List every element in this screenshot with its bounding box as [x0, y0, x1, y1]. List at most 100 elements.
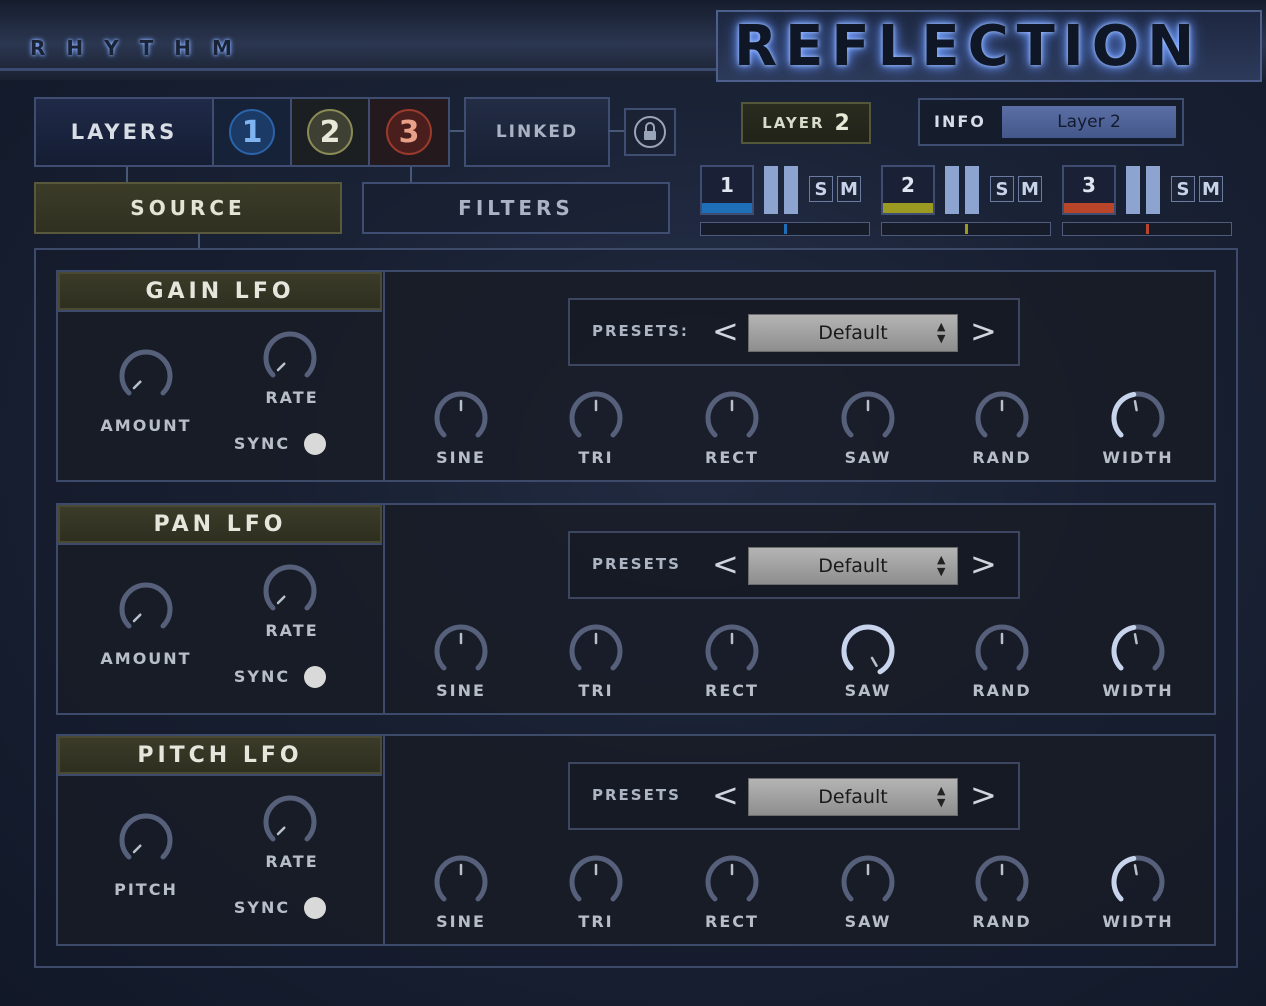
mixer-layer-2-number: 2 [901, 173, 915, 197]
layer-1-button[interactable]: 1 [212, 97, 292, 167]
mixer-layer-3-button[interactable]: 3 [1062, 165, 1116, 215]
rate-knob[interactable] [262, 794, 318, 854]
width-knob[interactable] [1110, 623, 1166, 683]
layer-2-button[interactable]: 2 [290, 97, 370, 167]
preset-next-button[interactable]: > [970, 312, 997, 350]
saw-knob[interactable] [840, 623, 896, 683]
tab-filters[interactable]: FILTERS [362, 182, 670, 234]
rect-knob[interactable] [704, 623, 760, 683]
sync-label: SYNC [233, 667, 291, 686]
mixer-layer-1-button[interactable]: 1 [700, 165, 754, 215]
layer-indicator-value: 2 [834, 110, 850, 136]
sine-knob[interactable] [433, 854, 489, 914]
preset-prev-button[interactable]: < [712, 545, 739, 583]
mixer-layer-1-pan-slider[interactable] [700, 222, 870, 236]
select-arrows-icon: ▲▼ [937, 553, 946, 578]
preset-select-value: Default [818, 555, 888, 577]
preset-select[interactable]: Default ▲▼ [748, 778, 958, 816]
rate-label: RATE [265, 388, 319, 407]
mixer-layer-1-solo-button[interactable]: S [809, 176, 833, 202]
sine-label: SINE [436, 448, 486, 467]
saw-knob[interactable] [840, 390, 896, 450]
info-box: INFO Layer 2 [918, 98, 1184, 146]
layer-3-button[interactable]: 3 [368, 97, 450, 167]
rect-knob[interactable] [704, 854, 760, 914]
saw-knob[interactable] [840, 854, 896, 914]
rate-label: RATE [265, 621, 319, 640]
mixer-layer-3-number: 3 [1082, 173, 1096, 197]
mixer-layer-2-solo-button[interactable]: S [990, 176, 1014, 202]
rect-knob[interactable] [704, 390, 760, 450]
tri-knob[interactable] [568, 854, 624, 914]
left-knob-label: PITCH [114, 880, 178, 899]
amount-knob[interactable] [118, 581, 174, 641]
lfo-title: PITCH LFO [58, 736, 382, 774]
mixer-layer-3-solo-button[interactable]: S [1171, 176, 1195, 202]
title-divider [58, 774, 382, 776]
rand-knob[interactable] [974, 623, 1030, 683]
sine-knob[interactable] [433, 623, 489, 683]
lock-button[interactable] [624, 108, 676, 156]
rate-knob[interactable] [262, 330, 318, 390]
presets-label: PRESETS [592, 555, 681, 573]
layer-indicator-label: LAYER [762, 114, 825, 132]
mixer-layer-2-level-bar[interactable] [965, 166, 979, 214]
layer-2-number: 2 [307, 109, 353, 155]
width-knob[interactable] [1110, 854, 1166, 914]
mixer-layer-1-pan-marker [784, 224, 787, 234]
connector-line [126, 167, 128, 183]
rate-knob[interactable] [262, 563, 318, 623]
select-arrows-icon: ▲▼ [937, 784, 946, 809]
amount-knob[interactable] [118, 348, 174, 408]
mixer-layer-3-level-bar[interactable] [1126, 166, 1140, 214]
layer-3-number: 3 [386, 109, 432, 155]
tab-filters-label: FILTERS [458, 196, 574, 220]
saw-label: SAW [844, 448, 892, 467]
width-label: WIDTH [1102, 912, 1174, 931]
preset-next-button[interactable]: > [970, 545, 997, 583]
preset-prev-button[interactable]: < [712, 776, 739, 814]
sync-label: SYNC [233, 898, 291, 917]
lock-icon [634, 116, 666, 148]
sync-toggle[interactable] [304, 897, 326, 919]
tri-label: TRI [578, 681, 614, 700]
layer-1-number: 1 [229, 109, 275, 155]
mixer-layer-2-mute-button[interactable]: M [1018, 176, 1042, 202]
pitch-knob[interactable] [118, 812, 174, 872]
mixer-layer-2-pan-slider[interactable] [881, 222, 1051, 236]
mixer-layer-1-level-bar[interactable] [784, 166, 798, 214]
sync-toggle[interactable] [304, 666, 326, 688]
preset-select[interactable]: Default ▲▼ [748, 547, 958, 585]
preset-select-value: Default [818, 786, 888, 808]
mixer-layer-1-level-bar[interactable] [764, 166, 778, 214]
width-label: WIDTH [1102, 448, 1174, 467]
mixer-layer-1-color [702, 203, 752, 213]
mixer-layer-2-level-bar[interactable] [945, 166, 959, 214]
info-value: Layer 2 [1002, 106, 1176, 138]
mixer-layer-2-button[interactable]: 2 [881, 165, 935, 215]
tri-label: TRI [578, 912, 614, 931]
mixer-layer-2-pan-marker [965, 224, 968, 234]
preset-select[interactable]: Default ▲▼ [748, 314, 958, 352]
title-divider [58, 543, 382, 545]
mixer-layer-1-mute-button[interactable]: M [837, 176, 861, 202]
tri-knob[interactable] [568, 623, 624, 683]
mixer-layer-3-pan-slider[interactable] [1062, 222, 1232, 236]
linked-button[interactable]: LINKED [464, 97, 610, 167]
sine-knob[interactable] [433, 390, 489, 450]
presets-label: PRESETS: [592, 322, 689, 340]
preset-next-button[interactable]: > [970, 776, 997, 814]
tri-knob[interactable] [568, 390, 624, 450]
sync-toggle[interactable] [304, 433, 326, 455]
mixer-layer-3-mute-button[interactable]: M [1199, 176, 1223, 202]
layers-button[interactable]: LAYERS [34, 97, 214, 167]
layers-label: LAYERS [70, 120, 178, 144]
rand-knob[interactable] [974, 390, 1030, 450]
rect-label: RECT [705, 681, 759, 700]
rand-knob[interactable] [974, 854, 1030, 914]
tab-source[interactable]: SOURCE [34, 182, 342, 234]
mixer-layer-3-level-bar[interactable] [1146, 166, 1160, 214]
panel-divider [383, 503, 385, 715]
preset-prev-button[interactable]: < [712, 312, 739, 350]
width-knob[interactable] [1110, 390, 1166, 450]
